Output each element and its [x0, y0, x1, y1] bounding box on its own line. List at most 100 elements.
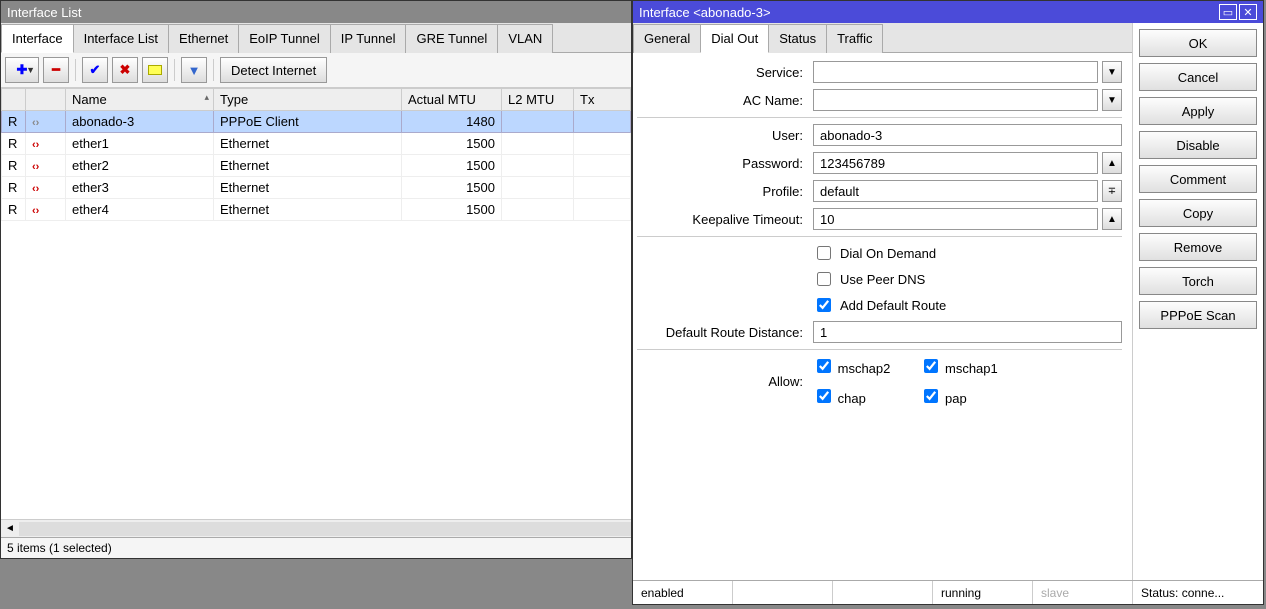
tab-traffic[interactable]: Traffic	[826, 24, 883, 53]
service-label: Service:	[637, 65, 807, 80]
profile-label: Profile:	[637, 184, 807, 199]
separator	[213, 59, 214, 81]
password-input[interactable]	[813, 152, 1098, 174]
comment-button[interactable]: Comment	[1139, 165, 1257, 193]
remove-button[interactable]: ━	[43, 57, 69, 83]
allow-mschap1-checkbox[interactable]	[924, 359, 938, 373]
password-toggle-icon[interactable]: ▲	[1102, 152, 1122, 174]
interface-list-window: Interface List InterfaceInterface ListEt…	[0, 0, 632, 559]
status-enabled: enabled	[633, 581, 733, 604]
ac-name-label: AC Name:	[637, 93, 807, 108]
allow-pap-label: pap	[945, 391, 967, 406]
copy-button[interactable]: Copy	[1139, 199, 1257, 227]
tab-general[interactable]: General	[633, 24, 701, 53]
add-default-route-label: Add Default Route	[840, 298, 946, 313]
allow-label: Allow:	[637, 374, 807, 389]
remove-button[interactable]: Remove	[1139, 233, 1257, 261]
allow-mschap1-label: mschap1	[945, 361, 998, 376]
interface-list-title: Interface List	[7, 5, 81, 20]
table-row[interactable]: R‹›ether2Ethernet1500	[2, 155, 631, 177]
tab-interface[interactable]: Interface	[1, 24, 74, 53]
keepalive-label: Keepalive Timeout:	[637, 212, 807, 227]
add-default-route-checkbox[interactable]	[817, 298, 831, 312]
properties-side-buttons: OK Cancel Apply Disable Comment Copy Remove Tor…	[1133, 23, 1263, 580]
service-dropdown-icon[interactable]: ▼	[1102, 61, 1122, 83]
column-header[interactable]	[2, 89, 26, 111]
properties-body: GeneralDial OutStatusTraffic Service: ▼ …	[633, 23, 1263, 580]
ethernet-icon: ‹›	[32, 161, 46, 173]
tab-vlan[interactable]: VLAN	[497, 24, 553, 53]
properties-titlebar[interactable]: Interface <abonado-3> ▭ ✕	[633, 1, 1263, 23]
profile-dropdown-icon[interactable]: ∓	[1102, 180, 1122, 202]
scroll-track[interactable]	[19, 522, 631, 536]
keepalive-input[interactable]	[813, 208, 1098, 230]
tab-eoip-tunnel[interactable]: EoIP Tunnel	[238, 24, 331, 53]
minimize-button[interactable]: ▭	[1219, 4, 1237, 20]
ac-name-dropdown-icon[interactable]: ▼	[1102, 89, 1122, 111]
dial-on-demand-checkbox[interactable]	[817, 246, 831, 260]
apply-button[interactable]: Apply	[1139, 97, 1257, 125]
torch-button[interactable]: Torch	[1139, 267, 1257, 295]
tab-ip-tunnel[interactable]: IP Tunnel	[330, 24, 407, 53]
ac-name-input[interactable]	[813, 89, 1098, 111]
comment-button[interactable]	[142, 57, 168, 83]
allow-mschap2-checkbox[interactable]	[817, 359, 831, 373]
use-peer-dns-checkbox[interactable]	[817, 272, 831, 286]
scroll-left-arrow[interactable]: ◄	[1, 523, 19, 534]
link-running-icon: ‹›	[32, 117, 46, 129]
table-row[interactable]: R‹›ether1Ethernet1500	[2, 133, 631, 155]
status-connection: Status: conne...	[1133, 581, 1263, 604]
interface-list-titlebar[interactable]: Interface List	[1, 1, 631, 23]
enable-button[interactable]: ✔	[82, 57, 108, 83]
allow-pap-checkbox[interactable]	[924, 389, 938, 403]
properties-main: GeneralDial OutStatusTraffic Service: ▼ …	[633, 23, 1133, 580]
column-header[interactable]: Type	[214, 89, 402, 111]
column-header[interactable]: Tx	[574, 89, 631, 111]
tab-ethernet[interactable]: Ethernet	[168, 24, 239, 53]
status-blank1	[733, 581, 833, 604]
horizontal-scrollbar[interactable]: ◄	[1, 519, 631, 537]
status-slave: slave	[1033, 581, 1133, 604]
table-row[interactable]: R‹›ether3Ethernet1500	[2, 177, 631, 199]
ethernet-icon: ‹›	[32, 139, 46, 151]
properties-tabs: GeneralDial OutStatusTraffic	[633, 23, 1132, 53]
ethernet-icon: ‹›	[32, 205, 46, 217]
user-label: User:	[637, 128, 807, 143]
interface-list-tabs: InterfaceInterface ListEthernetEoIP Tunn…	[1, 23, 631, 53]
column-header[interactable]: Name▴	[66, 89, 214, 111]
keepalive-toggle-icon[interactable]: ▲	[1102, 208, 1122, 230]
table-row[interactable]: R‹›abonado-3PPPoE Client1480	[2, 111, 631, 133]
ethernet-icon: ‹›	[32, 183, 46, 195]
allow-chap-checkbox[interactable]	[817, 389, 831, 403]
interface-list-toolbar: ✚▼ ━ ✔ ✖ ▼ Detect Internet	[1, 53, 631, 88]
detect-internet-button[interactable]: Detect Internet	[220, 57, 327, 83]
close-button[interactable]: ✕	[1239, 4, 1257, 20]
user-input[interactable]	[813, 124, 1122, 146]
add-button[interactable]: ✚▼	[5, 57, 39, 83]
table-row[interactable]: R‹›ether4Ethernet1500	[2, 199, 631, 221]
column-header[interactable]	[26, 89, 66, 111]
tab-status[interactable]: Status	[768, 24, 827, 53]
column-header[interactable]: Actual MTU	[402, 89, 502, 111]
ok-button[interactable]: OK	[1139, 29, 1257, 57]
allow-mschap2-label: mschap2	[838, 361, 891, 376]
filter-button[interactable]: ▼	[181, 57, 207, 83]
disable-button[interactable]: Disable	[1139, 131, 1257, 159]
interface-list-statusbar: 5 items (1 selected)	[1, 537, 631, 558]
properties-title: Interface <abonado-3>	[639, 5, 771, 20]
column-header[interactable]: L2 MTU	[502, 89, 574, 111]
tab-dial-out[interactable]: Dial Out	[700, 24, 769, 53]
pppoe-scan-button[interactable]: PPPoE Scan	[1139, 301, 1257, 329]
cancel-button[interactable]: Cancel	[1139, 63, 1257, 91]
profile-input[interactable]	[813, 180, 1098, 202]
interface-table: Name▴TypeActual MTUL2 MTUTx R‹›abonado-3…	[1, 88, 631, 221]
allow-chap-label: chap	[838, 391, 866, 406]
tab-interface-list[interactable]: Interface List	[73, 24, 169, 53]
use-peer-dns-label: Use Peer DNS	[840, 272, 925, 287]
disable-button[interactable]: ✖	[112, 57, 138, 83]
tab-gre-tunnel[interactable]: GRE Tunnel	[405, 24, 498, 53]
default-route-distance-label: Default Route Distance:	[637, 325, 807, 340]
default-route-distance-input[interactable]	[813, 321, 1122, 343]
separator	[75, 59, 76, 81]
service-input[interactable]	[813, 61, 1098, 83]
